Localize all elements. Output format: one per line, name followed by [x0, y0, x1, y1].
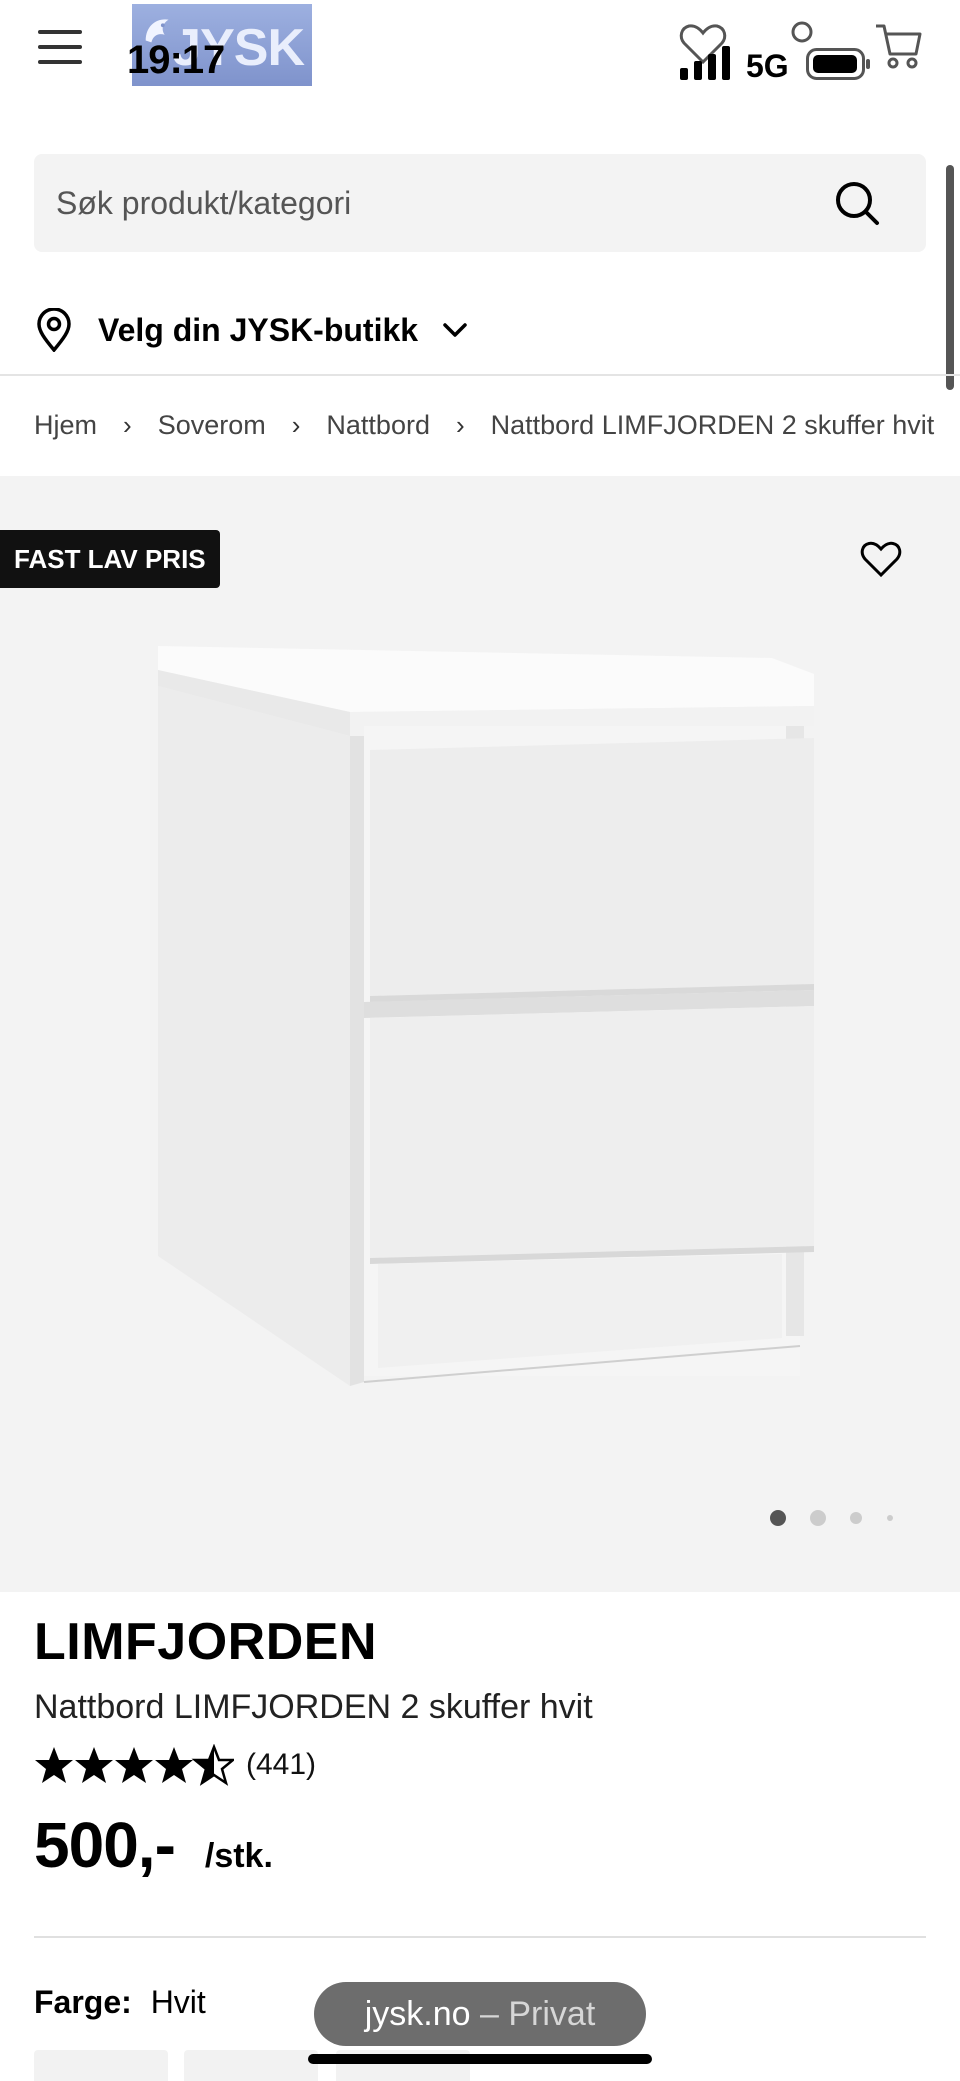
search-input[interactable]: [56, 154, 816, 252]
breadcrumb-item-nattbord[interactable]: Nattbord: [326, 410, 430, 441]
breadcrumb-item-current: Nattbord LIMFJORDEN 2 skuffer hvit: [490, 410, 935, 440]
breadcrumb-item-home[interactable]: Hjem: [34, 410, 97, 441]
menu-icon[interactable]: [38, 30, 82, 64]
product-rating[interactable]: (441): [34, 1744, 316, 1786]
image-pagination[interactable]: [760, 1506, 900, 1530]
location-pin-icon: [37, 308, 71, 352]
price-badge: FAST LAV PRIS: [0, 530, 220, 588]
heart-icon[interactable]: [860, 540, 902, 578]
product-gallery[interactable]: FAST LAV PRIS: [0, 476, 960, 1592]
header: JYSK 19:17 5G: [0, 0, 960, 110]
product-title: Nattbord LIMFJORDEN 2 skuffer hvit: [34, 1688, 593, 1726]
search-bar: [34, 154, 926, 252]
price-value: 500,-: [34, 1809, 176, 1881]
product-price: 500,- /stk.: [34, 1808, 273, 1882]
browser-url-pill[interactable]: jysk.no – Privat: [314, 1982, 646, 2046]
store-selector[interactable]: Velg din JYSK-butikk: [34, 300, 470, 360]
signal-icon: [680, 46, 730, 80]
divider: [0, 374, 960, 376]
breadcrumb: Hjem › Soverom › Nattbord › Nattbord LIM…: [34, 410, 934, 441]
color-label: Farge:: [34, 1984, 132, 2020]
scrollbar[interactable]: [946, 165, 954, 390]
browsing-mode: Privat: [508, 1995, 596, 2033]
breadcrumb-separator: ›: [455, 410, 465, 440]
color-value: Hvit: [150, 1984, 206, 2020]
url-separator: –: [470, 1995, 509, 2033]
swatch-option[interactable]: [184, 2050, 318, 2081]
price-unit: /stk.: [204, 1837, 273, 1875]
product-image: [158, 646, 814, 1386]
url-domain: jysk.no: [364, 1995, 471, 2033]
breadcrumb-separator: ›: [123, 410, 132, 440]
cart-icon[interactable]: [872, 20, 924, 72]
product-brand: LIMFJORDEN: [34, 1613, 377, 1671]
swatch-white[interactable]: [34, 2050, 168, 2081]
breadcrumb-separator: ›: [291, 410, 301, 440]
search-icon[interactable]: [834, 180, 880, 226]
status-time: 19:17: [127, 38, 225, 82]
store-label: Velg din JYSK-butikk: [98, 311, 419, 348]
breadcrumb-item-soverom[interactable]: Soverom: [158, 410, 266, 441]
review-count[interactable]: (441): [246, 1748, 316, 1782]
battery-icon: [806, 48, 870, 80]
color-selector: Farge: Hvit: [34, 1984, 206, 2021]
chevron-down-icon: [443, 323, 467, 337]
star-rating-icon: [35, 1745, 234, 1785]
home-indicator[interactable]: [308, 2054, 652, 2064]
divider: [34, 1936, 926, 1938]
